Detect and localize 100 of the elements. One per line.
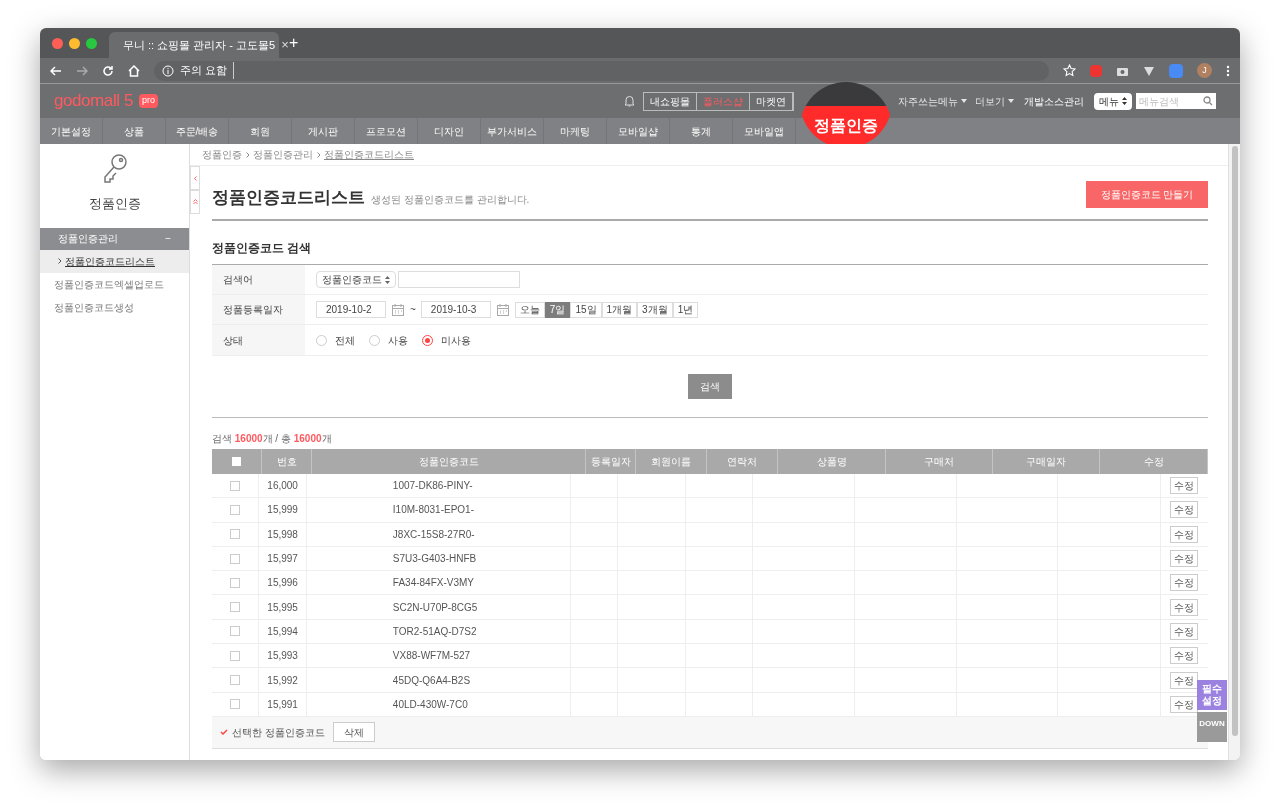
maximize-window-icon[interactable] — [86, 37, 97, 49]
back-icon[interactable] — [50, 64, 62, 77]
row-checkbox[interactable] — [230, 529, 241, 540]
column-header[interactable]: 상품명 — [778, 449, 886, 474]
table-cell-text: 1007-DK86-PINY- — [392, 479, 473, 494]
scrollbar-thumb[interactable] — [1231, 146, 1238, 736]
period-button[interactable]: 1개월 — [601, 301, 638, 318]
row-checkbox[interactable] — [230, 577, 241, 588]
sidebar-group-header[interactable]: 정품인증관리 − — [40, 227, 189, 250]
keyword-type-select[interactable]: 정품인증코드 — [316, 271, 396, 288]
start-date-field[interactable]: 2019-10-2 — [316, 301, 386, 318]
edit-button[interactable]: 수정 — [1170, 671, 1199, 689]
extension-icon[interactable] — [1090, 64, 1102, 77]
column-header[interactable]: 정품인증코드 — [312, 449, 586, 474]
sidebar-item[interactable]: 정품인증코드생성 — [40, 295, 189, 319]
calendar-icon[interactable] — [391, 302, 405, 317]
row-checkbox[interactable] — [230, 553, 241, 564]
required-settings-button[interactable]: 필수 설정 — [1197, 680, 1227, 710]
sidebar-item[interactable]: 정품인증코드리스트 — [40, 249, 189, 273]
edit-button[interactable]: 수정 — [1170, 550, 1199, 568]
column-header[interactable]: 구매처 — [886, 449, 993, 474]
dropdown-menu-link[interactable]: 자주쓰는메뉴 — [898, 93, 967, 109]
table-cell: 15,992 — [259, 668, 307, 692]
column-header[interactable]: 연락처 — [707, 449, 778, 474]
tab-close-button[interactable]: × — [281, 35, 289, 55]
dropdown-menu-link[interactable]: 더보기 — [975, 93, 1014, 109]
delete-button[interactable]: 삭제 — [332, 722, 375, 743]
edit-button[interactable]: 수정 — [1170, 501, 1199, 519]
field-label: 정품등록일자 — [212, 295, 305, 324]
create-code-button[interactable]: 정품인증코드 만들기 — [1086, 181, 1208, 208]
forward-icon[interactable] — [76, 64, 88, 77]
calendar-icon[interactable] — [495, 302, 510, 317]
edit-button[interactable]: 수정 — [1170, 622, 1199, 640]
row-checkbox[interactable] — [230, 675, 241, 685]
row-checkbox[interactable] — [230, 650, 241, 661]
reload-icon[interactable] — [102, 64, 114, 77]
row-checkbox[interactable] — [230, 480, 241, 491]
search-button[interactable]: 검색 — [688, 374, 732, 399]
page-subtitle: 생성된 정품인증코드를 관리합니다. — [371, 193, 530, 207]
column-header[interactable]: 등록일자 — [586, 449, 636, 474]
more-menu-icon[interactable] — [1226, 64, 1230, 77]
search-icon[interactable] — [1203, 96, 1213, 106]
breadcrumb-link[interactable]: 정품인증 — [202, 147, 242, 162]
profile-avatar[interactable]: J — [1197, 63, 1212, 78]
menu-select[interactable]: 메뉴 — [1094, 92, 1132, 110]
period-button[interactable]: 오늘 — [514, 301, 545, 318]
shop-link[interactable]: 내쇼핑몰 — [644, 92, 697, 110]
bell-icon[interactable] — [624, 95, 635, 107]
period-button[interactable]: 1년 — [672, 301, 699, 318]
period-button[interactable]: 7일 — [544, 301, 571, 318]
edit-button[interactable]: 수정 — [1170, 695, 1199, 713]
column-header[interactable]: 구매일자 — [993, 449, 1100, 474]
edit-button[interactable]: 수정 — [1170, 647, 1199, 665]
home-icon[interactable] — [128, 64, 140, 77]
new-tab-button[interactable]: + — [289, 31, 299, 55]
shop-link[interactable]: 마켓연 — [750, 92, 793, 110]
table-cell: 15,993 — [259, 644, 307, 668]
table-cell-text: I10M-8031-EPO1- — [392, 503, 474, 518]
minimize-window-icon[interactable] — [69, 37, 80, 49]
select-all-checkbox[interactable] — [232, 457, 241, 466]
row-checkbox[interactable] — [230, 504, 241, 515]
address-field[interactable]: 주의 요함 — [154, 60, 1049, 81]
end-date-field[interactable]: 2019-10-3 — [420, 301, 491, 318]
bookmark-star-icon[interactable] — [1063, 64, 1076, 77]
period-button[interactable]: 3개월 — [637, 301, 673, 318]
table-cell: 15,994 — [259, 619, 307, 644]
edit-button[interactable]: 수정 — [1170, 574, 1199, 592]
row-checkbox[interactable] — [230, 602, 241, 613]
scroll-top-handle[interactable] — [190, 190, 200, 214]
chevron-right-icon — [317, 151, 321, 158]
status-radio[interactable]: 사용 — [369, 332, 408, 348]
logo-badge: pro — [138, 94, 158, 108]
sidebar-title: 정품인증 — [88, 195, 141, 213]
table-cell-text: VX88-WF7M-527 — [392, 649, 471, 664]
section-title: 정품인증코드 검색 — [212, 240, 312, 257]
sidebar-item[interactable]: 정품인증코드엑셀업로드 — [40, 272, 189, 296]
check-icon — [220, 729, 228, 736]
keyword-input[interactable] — [398, 271, 520, 288]
edit-button[interactable]: 수정 — [1170, 477, 1199, 495]
edit-button[interactable]: 수정 — [1170, 525, 1199, 543]
table-cell: 15,991 — [259, 692, 307, 716]
row-checkbox[interactable] — [230, 699, 241, 710]
breadcrumb-link[interactable]: 정품인증코드리스트 — [324, 147, 414, 162]
row-checkbox[interactable] — [230, 626, 241, 637]
column-header[interactable]: 회원이름 — [636, 449, 707, 474]
period-button[interactable]: 15일 — [570, 301, 602, 318]
collapse-handle[interactable] — [190, 166, 200, 190]
column-header[interactable]: 번호 — [262, 449, 312, 474]
scroll-down-button[interactable]: DOWN — [1197, 712, 1227, 742]
v-shape-icon[interactable] — [1143, 64, 1155, 77]
close-window-icon[interactable] — [52, 37, 63, 49]
status-radio[interactable]: 전체 — [316, 332, 355, 348]
breadcrumb-link[interactable]: 정품인증관리 — [253, 147, 313, 162]
edit-button[interactable]: 수정 — [1170, 598, 1199, 616]
column-header[interactable]: 수정 — [1100, 449, 1208, 474]
status-radio[interactable]: 미사용 — [422, 332, 471, 348]
table-cell-text: FA34-84FX-V3MY — [392, 576, 474, 591]
result-count: 검색 16000개 / 총 16000개 — [212, 432, 332, 446]
calendar-extension-icon[interactable] — [1169, 63, 1183, 78]
dev-source-link[interactable]: 개발소스관리 — [1024, 93, 1084, 109]
